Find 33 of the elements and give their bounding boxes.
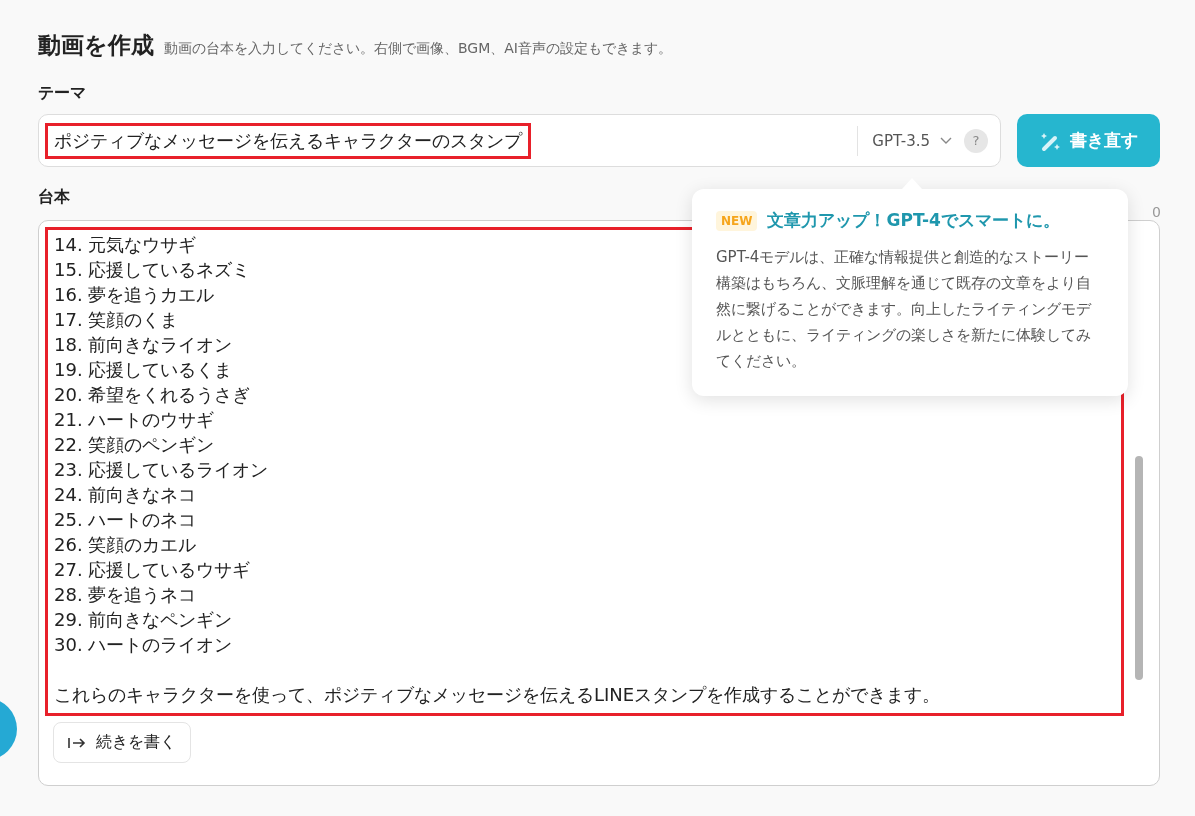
script-line: 26. 笑顔のカエル <box>54 533 197 557</box>
script-line: 25. ハートのネコ <box>54 508 197 532</box>
popover-title: 文章力アップ！GPT-4でスマートに。 <box>767 209 1060 232</box>
page-subtitle: 動画の台本を入力してください。右側で画像、BGM、AI音声の設定もできます。 <box>164 40 672 58</box>
script-line: 18. 前向きなライオン <box>54 333 233 357</box>
theme-input-field[interactable]: ポジティブなメッセージを伝えるキャラクターのスタンプ GPT-3.5 ? <box>38 114 1001 167</box>
theme-label: テーマ <box>38 83 87 104</box>
scrollbar-thumb[interactable] <box>1135 456 1143 680</box>
script-line: 21. ハートのウサギ <box>54 408 215 432</box>
script-line: 24. 前向きなネコ <box>54 483 197 507</box>
script-line: 22. 笑顔のペンギン <box>54 433 215 457</box>
page-title: 動画を作成 <box>38 31 154 60</box>
new-badge: NEW <box>716 210 758 231</box>
chevron-down-icon <box>940 136 952 145</box>
script-line: 28. 夢を追うネコ <box>54 583 197 607</box>
script-line: 14. 元気なウサギ <box>54 233 197 257</box>
continue-writing-button[interactable]: 続きを書く <box>53 722 191 763</box>
arrow-to-right-icon <box>68 736 86 749</box>
theme-value: ポジティブなメッセージを伝えるキャラクターのスタンプ <box>54 129 522 151</box>
script-line: 19. 応援しているくま <box>54 358 233 382</box>
script-line: 23. 応援しているライオン <box>54 458 269 482</box>
script-line: 30. ハートのライオン <box>54 633 233 657</box>
model-dropdown[interactable]: GPT-3.5 <box>857 125 952 156</box>
character-counter: 0 <box>1152 204 1161 220</box>
script-line: 17. 笑顔のくま <box>54 308 179 332</box>
popover-text: GPT-4モデルは、正確な情報提供と創造的なストーリー構築はもちろん、文脈理解を通じて既存の文章をより自然に繋げることができます。向上したライティングモデルとともに、ライティングの楽しさを新たに体験してみてください。 <box>716 247 1092 372</box>
script-line: 20. 希望をくれるうさぎ <box>54 383 251 407</box>
script-line: 16. 夢を追うカエル <box>54 283 215 307</box>
script-label: 台本 <box>38 187 70 208</box>
script-line: 29. 前向きなペンギン <box>54 608 233 632</box>
script-paragraph: これらのキャラクターを使って、ポジティブなメッセージを伝えるLINEスタンプを作成することができます。 <box>54 683 941 707</box>
script-line: 27. 応援しているウサギ <box>54 558 251 582</box>
script-line: 15. 応援しているネズミ <box>54 258 251 282</box>
